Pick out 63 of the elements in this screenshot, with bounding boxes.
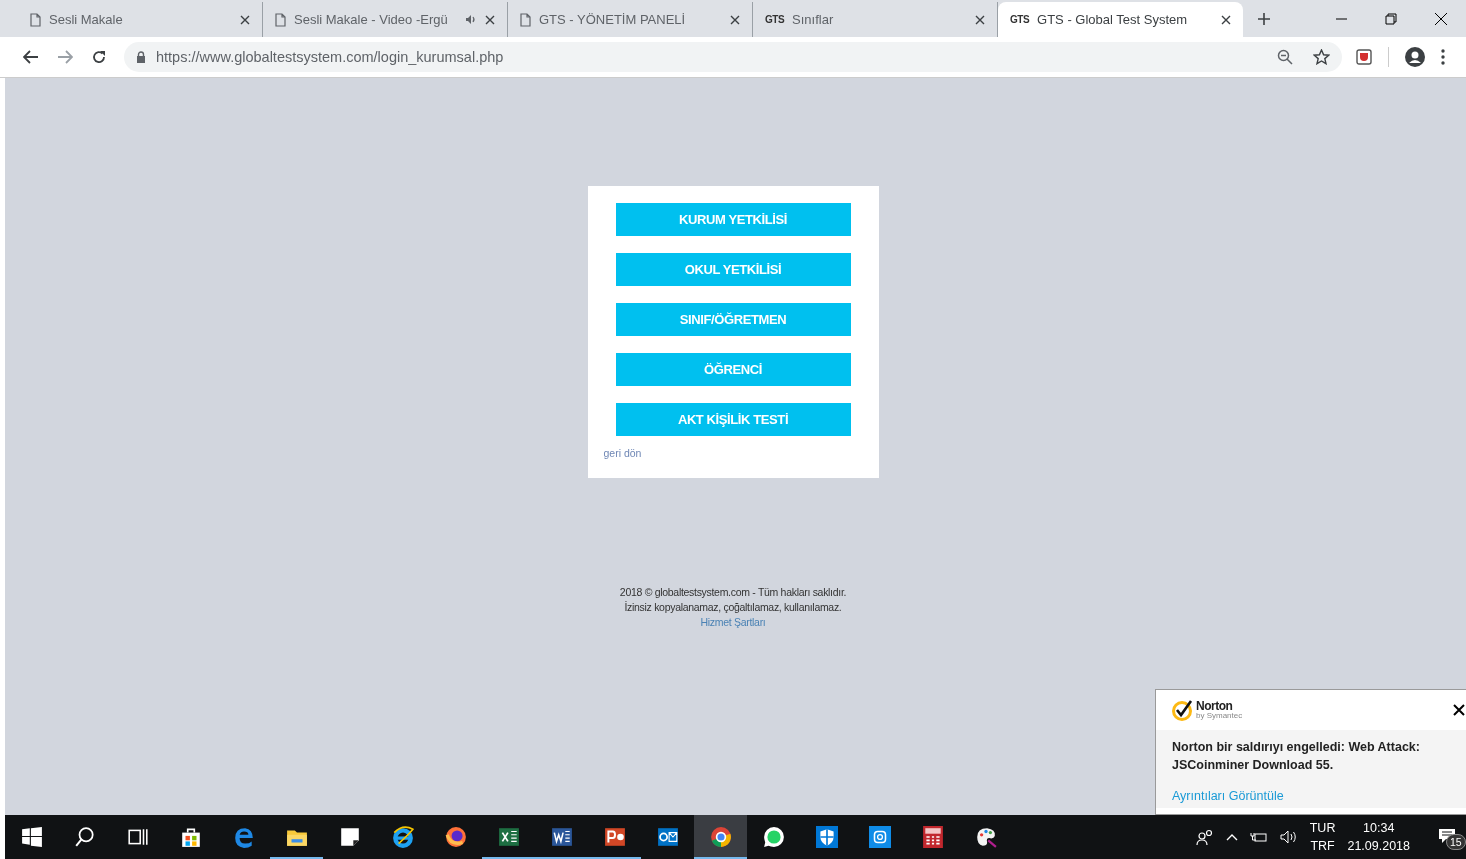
keyboard-layout[interactable]: TRF: [1310, 839, 1335, 853]
close-icon[interactable]: [730, 14, 740, 25]
details-link[interactable]: Ayrıntıları Görüntüle: [1172, 789, 1284, 803]
speaker-icon[interactable]: [1279, 830, 1298, 844]
close-icon[interactable]: [485, 14, 495, 25]
notification-count: 15: [1446, 834, 1466, 850]
document-icon: [550, 826, 573, 848]
terms-link[interactable]: Hizmet Şartları: [700, 616, 766, 628]
new-tab-icon[interactable]: [1257, 11, 1271, 26]
footer-text: 2018 © globaltestsystem.com - Tüm hakları saklıdır.: [619, 586, 847, 598]
close-icon[interactable]: [1435, 12, 1447, 25]
brand-subtitle: by Symantec: [1196, 712, 1243, 720]
spreadsheet-icon: [497, 826, 520, 848]
people-icon[interactable]: [1195, 829, 1214, 845]
pocket-icon[interactable]: [1356, 49, 1372, 65]
page-icon: [520, 12, 531, 27]
windows-logo-icon: [20, 826, 43, 848]
lock-icon: [136, 51, 146, 63]
chat-bubble-icon: [762, 826, 785, 848]
letter-e-icon: [232, 826, 255, 848]
presentation-icon: [603, 826, 626, 848]
circle-logo-icon: [709, 826, 732, 848]
close-icon[interactable]: [1221, 14, 1231, 25]
favicon-text: GTS: [765, 14, 785, 25]
star-icon[interactable]: [1313, 49, 1330, 65]
profile-icon[interactable]: [1405, 47, 1425, 67]
reload-icon[interactable]: [91, 49, 107, 65]
paint-palette-icon: [974, 826, 997, 848]
footer-text: İzinsiz kopyalanamaz, çoğaltılamaz, kullanılamaz.: [624, 601, 842, 613]
clock-date[interactable]: 21.09.2018: [1347, 839, 1410, 853]
close-icon[interactable]: [240, 14, 250, 25]
menu-icon[interactable]: [1441, 49, 1445, 65]
zoom-out-icon[interactable]: [1277, 49, 1293, 65]
input-language[interactable]: TUR: [1309, 821, 1336, 835]
battery-plug-icon[interactable]: [1249, 831, 1268, 843]
camera-icon: [868, 826, 891, 848]
task-view-icon: [126, 826, 149, 848]
favicon-text: GTS: [1010, 14, 1030, 25]
checkmark-logo-icon: [1172, 699, 1194, 721]
chevron-up-icon[interactable]: [1225, 833, 1238, 841]
restore-icon[interactable]: [1385, 12, 1397, 25]
page-icon: [275, 12, 286, 27]
browser-tab[interactable]: GTS GTS - Global Test System: [998, 2, 1243, 37]
clock-time[interactable]: 10:34: [1363, 821, 1395, 835]
back-link[interactable]: geri dön: [603, 447, 642, 459]
back-arrow-icon[interactable]: [23, 50, 39, 64]
page-icon: [30, 12, 41, 27]
calculator-icon: [921, 826, 944, 848]
brand-name: Norton: [1196, 700, 1234, 712]
forward-arrow-icon[interactable]: [57, 50, 73, 64]
taskbar-button[interactable]: [694, 815, 747, 859]
close-icon[interactable]: [1453, 704, 1465, 716]
shield-icon: [815, 826, 838, 848]
notification-message: Norton bir saldırıyı engelledi: Web Attack: JSCoinminer Download 55.: [1172, 739, 1421, 774]
search-icon: [73, 826, 96, 848]
address-field[interactable]: https://www.globaltestsystem.com/login_kurumsal.php: [124, 42, 1342, 72]
note-icon: [338, 826, 361, 848]
letter-e-icon: [391, 826, 414, 848]
fox-globe-icon: [444, 826, 467, 848]
minimize-icon[interactable]: [1336, 17, 1347, 20]
close-icon[interactable]: [975, 14, 985, 25]
shopping-bag-icon: [179, 826, 202, 848]
mail-icon: [656, 826, 679, 848]
